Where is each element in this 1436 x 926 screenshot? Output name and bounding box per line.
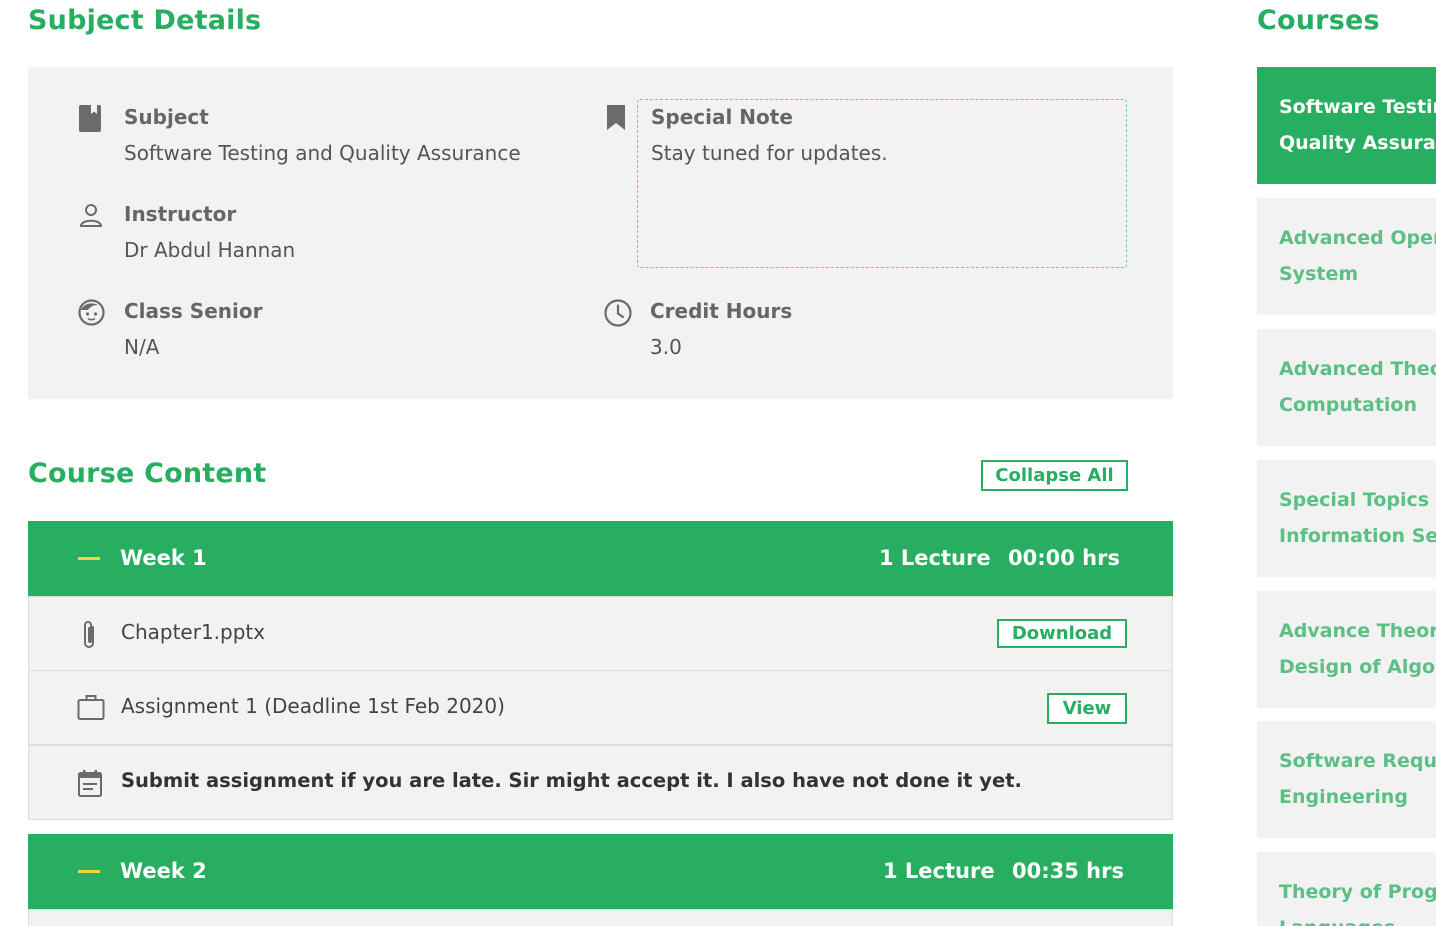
class-senior-label: Class Senior xyxy=(124,299,263,323)
week-lectures: 1 Lecture xyxy=(883,859,995,883)
content-item-note: Submit assignment if you are late. Sir m… xyxy=(28,745,1173,820)
course-title: Software Requirements Engineering xyxy=(1279,750,1436,808)
subject-details-title: Subject Details xyxy=(28,5,262,36)
week-duration: 00:35 hrs xyxy=(1012,859,1124,883)
instructor-label: Instructor xyxy=(124,202,237,226)
course-card-requirements-engineering[interactable]: Software Requirements Engineering xyxy=(1257,721,1436,838)
course-title: Advance Theory and Design of Algorithms xyxy=(1279,620,1436,678)
subject-details-panel: Subject Software Testing and Quality Ass… xyxy=(28,67,1173,399)
week-2-content-row xyxy=(28,909,1173,926)
download-button[interactable]: Download xyxy=(997,619,1127,648)
course-title: Advanced Theory of Computation xyxy=(1279,358,1436,416)
note-text: Submit assignment if you are late. Sir m… xyxy=(121,769,1022,792)
course-title: Special Topics in Information Security xyxy=(1279,489,1436,547)
bookmark-icon xyxy=(605,105,633,133)
course-card-information-security[interactable]: Special Topics in Information Security xyxy=(1257,460,1436,577)
special-note-value: Stay tuned for updates. xyxy=(651,141,888,165)
subject-label: Subject xyxy=(124,105,209,129)
briefcase-icon xyxy=(77,693,105,723)
course-card-algorithms[interactable]: Advance Theory and Design of Algorithms xyxy=(1257,591,1436,708)
courses-title: Courses xyxy=(1257,5,1380,36)
week-1-header[interactable]: Week 1 1 Lecture 00:00 hrs xyxy=(28,521,1173,596)
subject-value: Software Testing and Quality Assurance xyxy=(124,141,521,165)
credit-hours-label: Credit Hours xyxy=(650,299,793,323)
week-title: Week 2 xyxy=(120,859,207,883)
special-note-label: Special Note xyxy=(651,105,793,129)
week-title: Week 1 xyxy=(120,546,207,570)
course-title: Software Testing and Quality Assurance xyxy=(1279,96,1436,154)
course-title: Theory of Programming Languages xyxy=(1279,881,1436,926)
file-name: Chapter1.pptx xyxy=(121,620,266,644)
course-card-operating-system[interactable]: Advanced Operating System xyxy=(1257,198,1436,315)
book-icon xyxy=(78,105,106,133)
collapse-dash-icon xyxy=(78,870,100,873)
instructor-value: Dr Abdul Hannan xyxy=(124,238,296,262)
person-icon xyxy=(78,202,106,230)
course-title: Advanced Operating System xyxy=(1279,227,1436,285)
view-button[interactable]: View xyxy=(1047,693,1127,724)
class-senior-value: N/A xyxy=(124,335,160,359)
content-item-assignment: Assignment 1 (Deadline 1st Feb 2020) Vie… xyxy=(28,670,1173,745)
credit-hours-value: 3.0 xyxy=(650,335,682,359)
paperclip-icon xyxy=(77,619,105,649)
assignment-name: Assignment 1 (Deadline 1st Feb 2020) xyxy=(121,694,505,718)
collapse-all-button[interactable]: Collapse All xyxy=(981,460,1128,491)
content-item-file: Chapter1.pptx Download xyxy=(28,596,1173,671)
week-lectures: 1 Lecture xyxy=(879,546,991,570)
clock-icon xyxy=(604,299,632,327)
course-content-title: Course Content xyxy=(28,458,267,489)
course-card-theory-of-computation[interactable]: Advanced Theory of Computation xyxy=(1257,329,1436,446)
week-duration: 00:00 hrs xyxy=(1008,546,1120,570)
face-icon xyxy=(78,299,106,327)
week-2-header[interactable]: Week 2 1 Lecture 00:35 hrs xyxy=(28,834,1173,909)
course-card-programming-languages[interactable]: Theory of Programming Languages xyxy=(1257,852,1436,926)
collapse-dash-icon xyxy=(78,557,100,560)
calendar-note-icon xyxy=(77,768,105,798)
course-card-software-testing[interactable]: Software Testing and Quality Assurance xyxy=(1257,67,1436,184)
